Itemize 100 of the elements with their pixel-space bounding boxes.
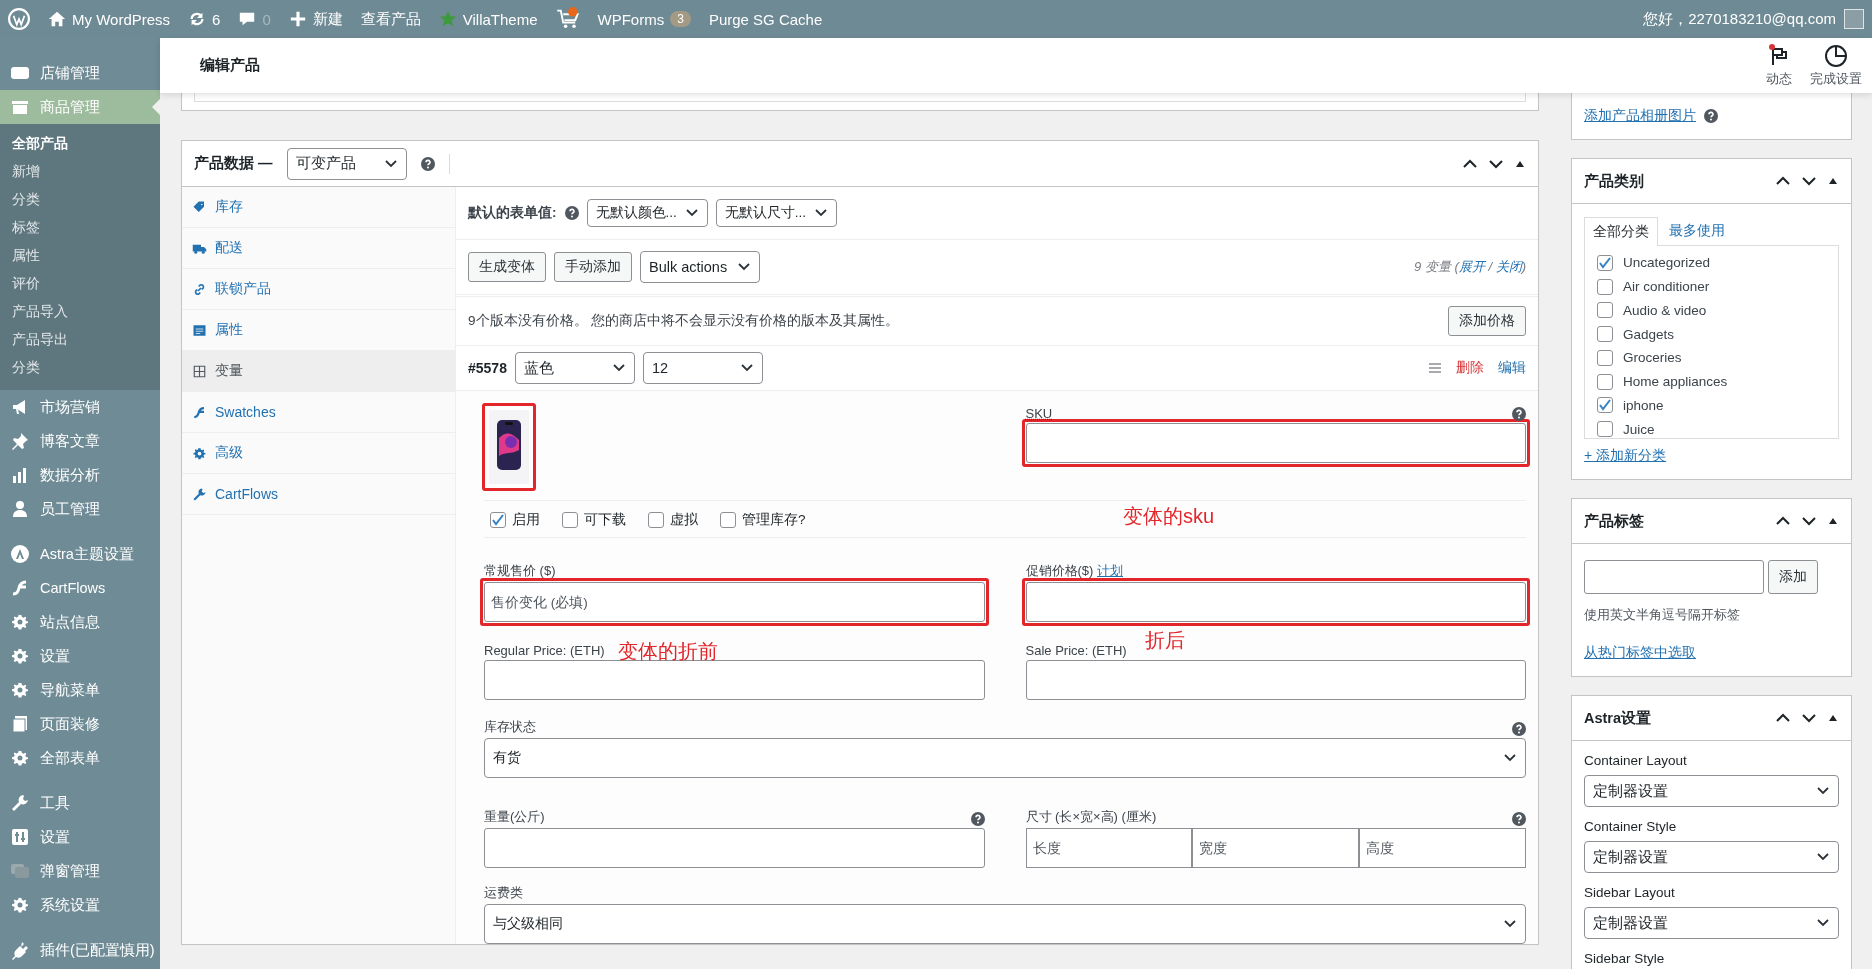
sidebar-item[interactable]: 系统设置	[0, 888, 160, 922]
setting-select[interactable]: 定制器设置	[1584, 907, 1839, 939]
chevron-up-icon[interactable]	[1775, 712, 1791, 724]
price-field[interactable]: 售价变化 (必填)	[484, 582, 985, 622]
price-field[interactable]	[1025, 660, 1526, 700]
checkbox[interactable]	[1597, 349, 1613, 366]
checkbox[interactable]	[648, 512, 664, 528]
submenu-item[interactable]: 分类	[0, 186, 160, 214]
triangle-icon[interactable]	[1827, 176, 1839, 186]
stock-status-select[interactable]: 有货	[484, 738, 1526, 778]
sidebar-item[interactable]: 员工管理	[0, 492, 160, 526]
sidebar-item[interactable]: 店铺管理	[0, 56, 160, 90]
wpforms-link[interactable]: WPForms 3	[597, 10, 691, 28]
sidebar-item[interactable]: 设置	[0, 820, 160, 854]
default-value-select[interactable]: 无默认尺寸...	[715, 199, 838, 227]
sidebar-item[interactable]: 数据分析	[0, 458, 160, 492]
view-product-link[interactable]: 查看产品	[360, 9, 421, 29]
sidebar-item[interactable]: 市场营销	[0, 390, 160, 424]
delete-link[interactable]: 删除	[1456, 359, 1484, 377]
checkbox[interactable]	[1597, 302, 1613, 319]
category-tab[interactable]: 最多使用	[1660, 216, 1734, 245]
bulk-actions-select[interactable]: Bulk actions	[640, 251, 760, 283]
collapse-link[interactable]: 关闭	[1495, 259, 1522, 274]
checkbox[interactable]	[490, 512, 506, 528]
checkbox[interactable]	[1597, 254, 1613, 271]
add-category-link[interactable]: + 添加新分类	[1584, 447, 1667, 463]
add-tag-button[interactable]: 添加	[1768, 560, 1818, 594]
sidebar-item[interactable]: 弹窗管理	[0, 854, 160, 888]
account-link[interactable]: 您好，2270183210@qq.com	[1643, 9, 1836, 29]
header-action[interactable]: 完成设置	[1810, 43, 1862, 88]
setting-select[interactable]: 定制器设置	[1584, 841, 1839, 873]
attribute-select[interactable]: 蓝色	[514, 352, 635, 384]
header-action[interactable]: 动态	[1766, 43, 1792, 88]
product-data-tab[interactable]: 变量	[182, 351, 455, 392]
product-data-tab[interactable]: 高级	[182, 433, 455, 474]
submenu-item[interactable]: 标签	[0, 214, 160, 242]
submenu-item[interactable]: 新增	[0, 158, 160, 186]
add-price-button[interactable]: 添加价格	[1448, 306, 1526, 336]
attribute-select[interactable]: 12	[642, 352, 763, 384]
submenu-item[interactable]: 属性	[0, 242, 160, 270]
sidebar-item[interactable]: CartFlows	[0, 571, 160, 605]
default-value-select[interactable]: 无默认颜色...	[586, 199, 708, 227]
triangle-icon[interactable]	[1827, 516, 1839, 526]
action-button[interactable]: 手动添加	[554, 252, 632, 282]
tag-field[interactable]	[1584, 560, 1764, 594]
popular-tags-link[interactable]: 从热门标签中选取	[1584, 644, 1696, 660]
weight-field[interactable]	[484, 828, 985, 868]
sidebar-item[interactable]: 插件(已配置慎用)	[0, 933, 160, 967]
checkbox[interactable]	[1597, 373, 1613, 390]
sidebar-item[interactable]: Astra主题设置	[0, 537, 160, 571]
dimension-field[interactable]: 高度	[1359, 828, 1526, 868]
product-data-tab[interactable]: Swatches	[182, 392, 455, 433]
sidebar-item[interactable]: 设置	[0, 639, 160, 673]
product-data-tab[interactable]: 配送	[182, 228, 455, 269]
setting-select[interactable]: 定制器设置	[1584, 775, 1839, 807]
chevron-up-icon[interactable]	[1775, 515, 1791, 527]
sidebar-item[interactable]: 工具	[0, 786, 160, 820]
site-link[interactable]: My WordPress	[48, 10, 171, 28]
chevron-down-icon[interactable]	[1488, 157, 1504, 170]
expand-link[interactable]: 展开	[1458, 259, 1485, 274]
dimension-field[interactable]: 宽度	[1192, 828, 1360, 868]
sidebar-item[interactable]: 站点信息	[0, 605, 160, 639]
sidebar-item[interactable]: 页面装修	[0, 707, 160, 741]
edit-link[interactable]: 编辑	[1498, 359, 1526, 377]
drag-handle-icon[interactable]	[1428, 362, 1442, 374]
gallery-link[interactable]: 添加产品相册图片	[1584, 107, 1696, 125]
chevron-down-icon[interactable]	[1801, 515, 1817, 527]
product-type-select[interactable]: 可变产品	[286, 147, 407, 180]
category-tab[interactable]: 全部分类	[1584, 217, 1658, 246]
schedule-link[interactable]: 计划	[1097, 563, 1123, 578]
new-link[interactable]: 新建	[288, 9, 343, 29]
action-button[interactable]: 生成变体	[468, 252, 546, 282]
submenu-item[interactable]: 产品导出	[0, 326, 160, 354]
product-data-tab[interactable]: 库存	[182, 187, 455, 228]
checkbox[interactable]	[1597, 421, 1613, 438]
triangle-icon[interactable]	[1827, 713, 1839, 723]
product-data-tab[interactable]: CartFlows	[182, 474, 455, 515]
price-field[interactable]	[484, 660, 985, 700]
submenu-item[interactable]: 全部产品	[0, 130, 160, 158]
checkbox[interactable]	[720, 512, 736, 528]
submenu-item[interactable]: 产品导入	[0, 298, 160, 326]
chevron-down-icon[interactable]	[1801, 712, 1817, 724]
checkbox[interactable]	[1597, 278, 1613, 295]
product-data-tab[interactable]: 联锁产品	[182, 269, 455, 310]
avatar[interactable]	[1844, 9, 1864, 29]
checkbox[interactable]	[562, 512, 578, 528]
villatheme-link[interactable]: VillaTheme	[438, 10, 538, 28]
chevron-up-icon[interactable]	[1462, 157, 1478, 170]
dimension-field[interactable]: 长度	[1025, 828, 1193, 868]
chevron-down-icon[interactable]	[1801, 175, 1817, 187]
chevron-up-icon[interactable]	[1775, 175, 1791, 187]
checkbox[interactable]	[1597, 326, 1613, 343]
sidebar-item[interactable]: 导航菜单	[0, 673, 160, 707]
submenu-item[interactable]: 分类	[0, 354, 160, 382]
shipping-class-select[interactable]: 与父级相同	[484, 904, 1526, 944]
sidebar-item[interactable]: 博客文章	[0, 424, 160, 458]
updates-link[interactable]: 6	[188, 10, 221, 28]
checkbox[interactable]	[1597, 397, 1613, 414]
purge-cache-link[interactable]: Purge SG Cache	[708, 10, 823, 28]
submenu-item[interactable]: 评价	[0, 270, 160, 298]
